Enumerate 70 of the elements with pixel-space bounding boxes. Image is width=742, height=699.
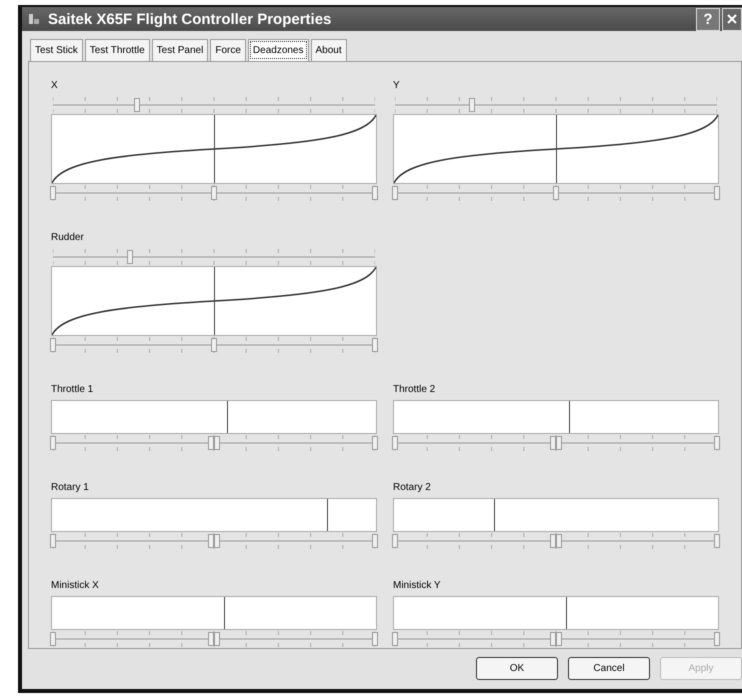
slider-thumb[interactable] (372, 632, 378, 646)
slider-thumb[interactable] (553, 186, 559, 200)
close-button[interactable] (722, 8, 742, 30)
slider-thumb[interactable] (50, 534, 56, 548)
slider-thumb[interactable] (127, 250, 134, 264)
axis-label: X (51, 80, 58, 93)
slider-thumb[interactable] (50, 436, 56, 450)
slider[interactable] (53, 630, 375, 648)
slider-thumb[interactable] (392, 186, 398, 200)
slider-thumb[interactable] (372, 436, 378, 450)
slider-thumb[interactable] (50, 186, 56, 200)
slider-thumb[interactable] (392, 632, 398, 646)
slider-thumb[interactable] (550, 436, 556, 450)
window-title: Saitek X65F Flight Controller Properties (48, 10, 332, 28)
slider[interactable] (53, 184, 375, 202)
slider[interactable] (53, 434, 375, 452)
tab[interactable]: Deadzones (248, 39, 308, 61)
slider-thumb[interactable] (208, 436, 214, 450)
slider-thumb[interactable] (392, 534, 398, 548)
slider-thumb[interactable] (714, 436, 720, 450)
slider-thumb[interactable] (550, 632, 556, 646)
app-icon (28, 13, 40, 25)
slider[interactable] (53, 248, 375, 266)
slider-thumb[interactable] (392, 436, 398, 450)
slider-thumb[interactable] (50, 632, 56, 646)
slider-thumb[interactable] (550, 534, 556, 548)
slider-thumb[interactable] (372, 534, 378, 548)
close-icon (726, 13, 738, 25)
slider-thumb[interactable] (469, 98, 476, 112)
slider[interactable] (395, 630, 717, 648)
help-button[interactable]: ? (696, 8, 720, 30)
axis-label: Y (393, 80, 400, 93)
slider-thumb[interactable] (714, 186, 720, 200)
slider-thumb[interactable] (208, 534, 214, 548)
tab[interactable]: Force (210, 39, 246, 61)
slider-thumb[interactable] (214, 534, 220, 548)
tab[interactable]: Test Throttle (84, 39, 150, 61)
slider[interactable] (53, 336, 375, 354)
tab[interactable]: Test Panel (152, 39, 208, 61)
dialog-button[interactable]: Cancel (568, 657, 650, 680)
slider[interactable] (395, 532, 717, 550)
tab[interactable]: About (310, 39, 347, 61)
tab[interactable]: Test Stick (30, 39, 83, 61)
axis-label: Ministick Y (393, 580, 441, 593)
slider-thumb[interactable] (556, 436, 562, 450)
axis-label: Ministick X (51, 580, 99, 593)
slider[interactable] (53, 96, 375, 114)
slider[interactable] (53, 532, 375, 550)
slider-thumb[interactable] (208, 632, 214, 646)
slider-thumb[interactable] (211, 338, 217, 352)
slider-thumb[interactable] (211, 186, 217, 200)
slider[interactable] (395, 184, 717, 202)
slider-thumb[interactable] (714, 632, 720, 646)
slider[interactable] (395, 96, 717, 114)
slider-thumb[interactable] (372, 338, 378, 352)
axis-label: Rudder (51, 232, 84, 245)
axis-label: Throttle 2 (393, 384, 436, 397)
slider-thumb[interactable] (214, 436, 220, 450)
axis-label: Throttle 1 (51, 384, 94, 397)
slider-thumb[interactable] (556, 534, 562, 548)
slider-thumb[interactable] (214, 632, 220, 646)
slider-thumb[interactable] (556, 632, 562, 646)
slider-thumb[interactable] (372, 186, 378, 200)
slider[interactable] (395, 434, 717, 452)
slider-thumb[interactable] (714, 534, 720, 548)
axis-label: Rotary 2 (393, 482, 431, 495)
dialog-button[interactable]: OK (476, 657, 558, 680)
axis-label: Rotary 1 (51, 482, 89, 495)
slider-thumb[interactable] (50, 338, 56, 352)
slider-thumb[interactable] (134, 98, 140, 112)
